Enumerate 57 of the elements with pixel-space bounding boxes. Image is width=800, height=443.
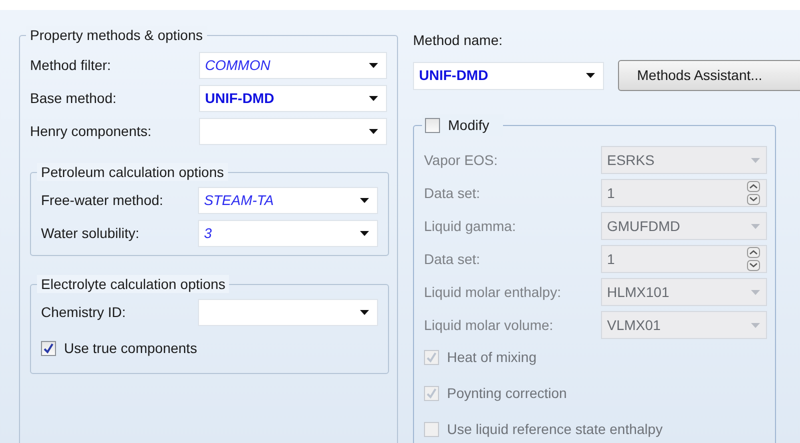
dropdown-caret-icon (751, 290, 760, 294)
dropdown-value: UNIF-DMD (419, 66, 488, 85)
field-value: 1 (607, 184, 615, 202)
field-value: VLMX01 (607, 316, 661, 334)
checkbox[interactable] (425, 118, 440, 133)
dropdown-caret-icon (586, 73, 595, 78)
field-label: Method filter: (30, 56, 112, 75)
dropdown[interactable]: STEAM-TA (198, 187, 378, 214)
dropdown[interactable] (199, 118, 387, 145)
checkbox-label: Modify (448, 116, 490, 135)
field-label: Data set: (424, 184, 482, 202)
dropdown-caret-icon (360, 198, 369, 203)
dropdown[interactable]: UNIF-DMD (413, 62, 604, 90)
dropdown-caret-icon (369, 129, 378, 134)
field-label: Chemistry ID: (41, 303, 127, 322)
field-label: Base method: (30, 89, 118, 108)
dropdown[interactable] (198, 299, 378, 326)
field-label: Data set: (424, 250, 482, 268)
field-label: Free-water method: (41, 191, 164, 210)
checkbox-label: Poynting correction (447, 384, 567, 403)
dropdown-caret-icon (751, 224, 760, 228)
field-label: Liquid molar enthalpy: (424, 282, 562, 302)
checkmark-icon (426, 388, 437, 399)
spinner-arrows-icon (747, 247, 760, 271)
dropdown-caret-icon (360, 310, 369, 315)
dropdown[interactable]: 3 (198, 220, 378, 247)
dropdown-value: UNIF-DMD (205, 89, 274, 108)
dropdown-caret-icon (360, 231, 369, 236)
dropdown-value: STEAM-TA (204, 191, 274, 210)
dropdown-caret-icon (751, 322, 760, 328)
field-label: Henry components: (30, 122, 152, 141)
field-label: Liquid molar volume: (424, 316, 554, 335)
field-value: HLMX101 (607, 282, 670, 302)
checkbox-label: Heat of mixing (447, 348, 536, 367)
spinner-arrows-icon (747, 181, 760, 205)
dropdown[interactable]: COMMON (199, 52, 387, 79)
methods-assistant-button[interactable]: Methods Assistant... (618, 60, 800, 91)
checkmark-icon (426, 352, 437, 363)
group-title: Electrolyte calculation options (37, 275, 230, 293)
field-value: 1 (607, 250, 615, 268)
group-title: Petroleum calculation options (37, 163, 228, 181)
dropdown-caret-icon (369, 63, 378, 68)
checkbox-label: Use true components (64, 339, 198, 358)
checkbox-label: Use liquid reference state enthalpy (447, 420, 663, 439)
field-value: ESRKS (607, 150, 654, 170)
field-label: Method name: (413, 31, 504, 50)
dropdown[interactable]: UNIF-DMD (199, 85, 387, 112)
checkbox[interactable] (41, 341, 56, 356)
checkmark-icon (43, 343, 54, 354)
field-label: Vapor EOS: (424, 150, 499, 170)
dropdown-value: 3 (204, 224, 212, 243)
field-label: Water solubility: (41, 224, 140, 243)
dropdown-caret-icon (751, 158, 760, 162)
field-value: GMUFDMD (607, 216, 680, 236)
dropdown-caret-icon (369, 96, 378, 101)
dropdown-value: COMMON (205, 56, 270, 75)
field-label: Liquid gamma: (424, 216, 517, 236)
